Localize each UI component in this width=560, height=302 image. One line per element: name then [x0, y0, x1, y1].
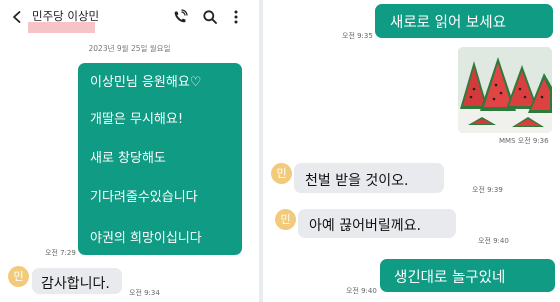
sent-message-bubble[interactable]: 이상민님 응원해요♡ 개딸은 무시해요! 새로 창당해도 기다려줄수있습니다 야…: [78, 63, 242, 255]
call-icon[interactable]: [172, 9, 188, 25]
chat-header: 민주당 이상민: [0, 0, 259, 34]
message-line: 이상민님 응원해요♡: [90, 75, 202, 90]
message-text: 새로로 읽어 보세요: [390, 15, 506, 31]
message-text: 감사합니다.: [41, 276, 110, 292]
message-text: 아예 끊어버릴께요.: [309, 218, 421, 234]
received-message-bubble[interactable]: 감사합니다.: [32, 268, 122, 294]
message-time: 오전 9:35: [342, 32, 373, 40]
search-icon[interactable]: [202, 9, 218, 25]
message-line: 기다려줄수있습니다: [90, 190, 198, 205]
message-line: 새로 창당해도: [90, 151, 166, 166]
mms-image-watermelon[interactable]: [458, 47, 552, 133]
message-time: 오전 7:29: [45, 249, 76, 257]
message-line: 개딸은 무시해요!: [90, 112, 184, 127]
contact-avatar[interactable]: 민: [271, 163, 292, 184]
left-chat-pane: 민주당 이상민 2023년 9월 25일 월요일 이상민님 응원해요♡ 개딸은 …: [0, 0, 259, 302]
received-message-bubble[interactable]: 천벌 받을 것이오.: [294, 163, 444, 193]
redacted-number-bar: [28, 22, 95, 33]
sent-message-bubble[interactable]: 새로로 읽어 보세요: [375, 4, 553, 38]
contact-avatar[interactable]: 민: [8, 266, 29, 287]
mms-meta: MMS 오전 9:36: [499, 137, 549, 145]
received-message-bubble[interactable]: 아예 끊어버릴께요.: [298, 209, 456, 238]
right-chat-pane: 새로로 읽어 보세요 오전 9:35 MMS 오전 9:36 민 천벌 받을 것…: [263, 0, 560, 302]
message-time: 오전 9:34: [129, 289, 160, 297]
message-line: 야권의 희망이십니다: [90, 231, 202, 246]
contact-avatar[interactable]: 민: [275, 209, 296, 230]
back-arrow-icon[interactable]: [9, 9, 25, 25]
message-text: 생긴대로 놀구있네: [394, 270, 506, 286]
message-time: 오전 9:39: [472, 186, 503, 194]
message-time: 오전 9:40: [346, 287, 377, 295]
sent-message-bubble[interactable]: 생긴대로 놀구있네: [380, 259, 555, 292]
message-text: 천벌 받을 것이오.: [305, 173, 409, 189]
date-divider: 2023년 9월 25일 월요일: [88, 44, 171, 53]
message-time: 오전 9:40: [478, 237, 509, 245]
more-vert-icon[interactable]: [228, 9, 244, 25]
